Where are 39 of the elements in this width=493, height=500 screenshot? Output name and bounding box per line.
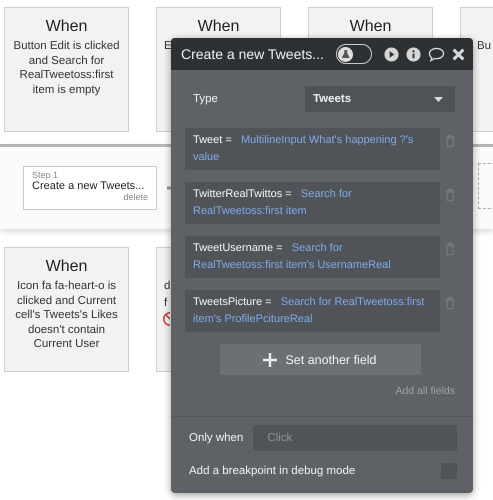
- debug-toggle[interactable]: [336, 44, 372, 64]
- event-card[interactable]: When Button Edit is clicked and Search for RealTweetoss:first item is empty: [4, 7, 129, 132]
- type-dropdown[interactable]: Tweets: [305, 86, 455, 112]
- close-icon[interactable]: [452, 48, 465, 60]
- card-title: When: [46, 258, 88, 277]
- card-text: Icon fa fa-heart-o is clicked and Current cell's Tweets's Likes doesn't contain Current User: [14, 279, 119, 352]
- trash-icon[interactable]: [444, 134, 455, 148]
- plus-icon: [263, 352, 278, 366]
- field-assignment[interactable]: TweetUsername = Search for RealTweetoss:first item's UsernameReal: [185, 236, 440, 278]
- card-text: d: [164, 279, 170, 294]
- step-card[interactable]: Step 1 Create a new Tweets... delete: [23, 166, 157, 210]
- step-title: Create a new Tweets...: [32, 180, 146, 192]
- breakpoint-label: Add a breakpoint in debug mode: [189, 465, 356, 477]
- condition-field[interactable]: Click: [253, 425, 457, 451]
- comment-icon[interactable]: [428, 46, 445, 62]
- caret-icon: [434, 96, 443, 102]
- field-assignment[interactable]: Tweet = MultilineInput What's happening ?'s value: [185, 128, 440, 170]
- card-text: Bu: [477, 39, 492, 54]
- event-card[interactable]: When Icon fa fa-heart-o is clicked and Current cell's Tweets's Likes doesn't contain Current User: [4, 247, 129, 372]
- card-title: When: [350, 18, 392, 37]
- trash-icon[interactable]: [444, 242, 455, 256]
- flask-icon: [341, 50, 350, 58]
- card-title: When: [46, 18, 88, 37]
- card-text: Button Edit is clicked and Search for RealTweetoss:first item is empty: [12, 39, 121, 97]
- field-assignment[interactable]: TwitterRealTwittos = Search for RealTweetoss:first item: [185, 182, 440, 224]
- field-assignment[interactable]: TweetsPicture = Search for RealTweetoss:first item's ProfilePcitureReal: [185, 290, 440, 332]
- trash-icon[interactable]: [444, 188, 455, 202]
- card-text: f: [164, 296, 168, 310]
- trash-icon[interactable]: [444, 296, 455, 310]
- only-when-label: Only when: [189, 432, 244, 444]
- panel-title: Create a new Tweets...: [181, 46, 325, 62]
- info-icon[interactable]: [406, 46, 421, 62]
- card-text: E: [164, 39, 172, 54]
- play-icon[interactable]: [384, 46, 399, 62]
- step-label: Step 1: [32, 170, 60, 180]
- set-another-field-button[interactable]: Set another field: [220, 344, 420, 375]
- card-title: When: [198, 18, 240, 37]
- delete-link[interactable]: delete: [123, 192, 148, 202]
- type-label: Type: [193, 93, 218, 105]
